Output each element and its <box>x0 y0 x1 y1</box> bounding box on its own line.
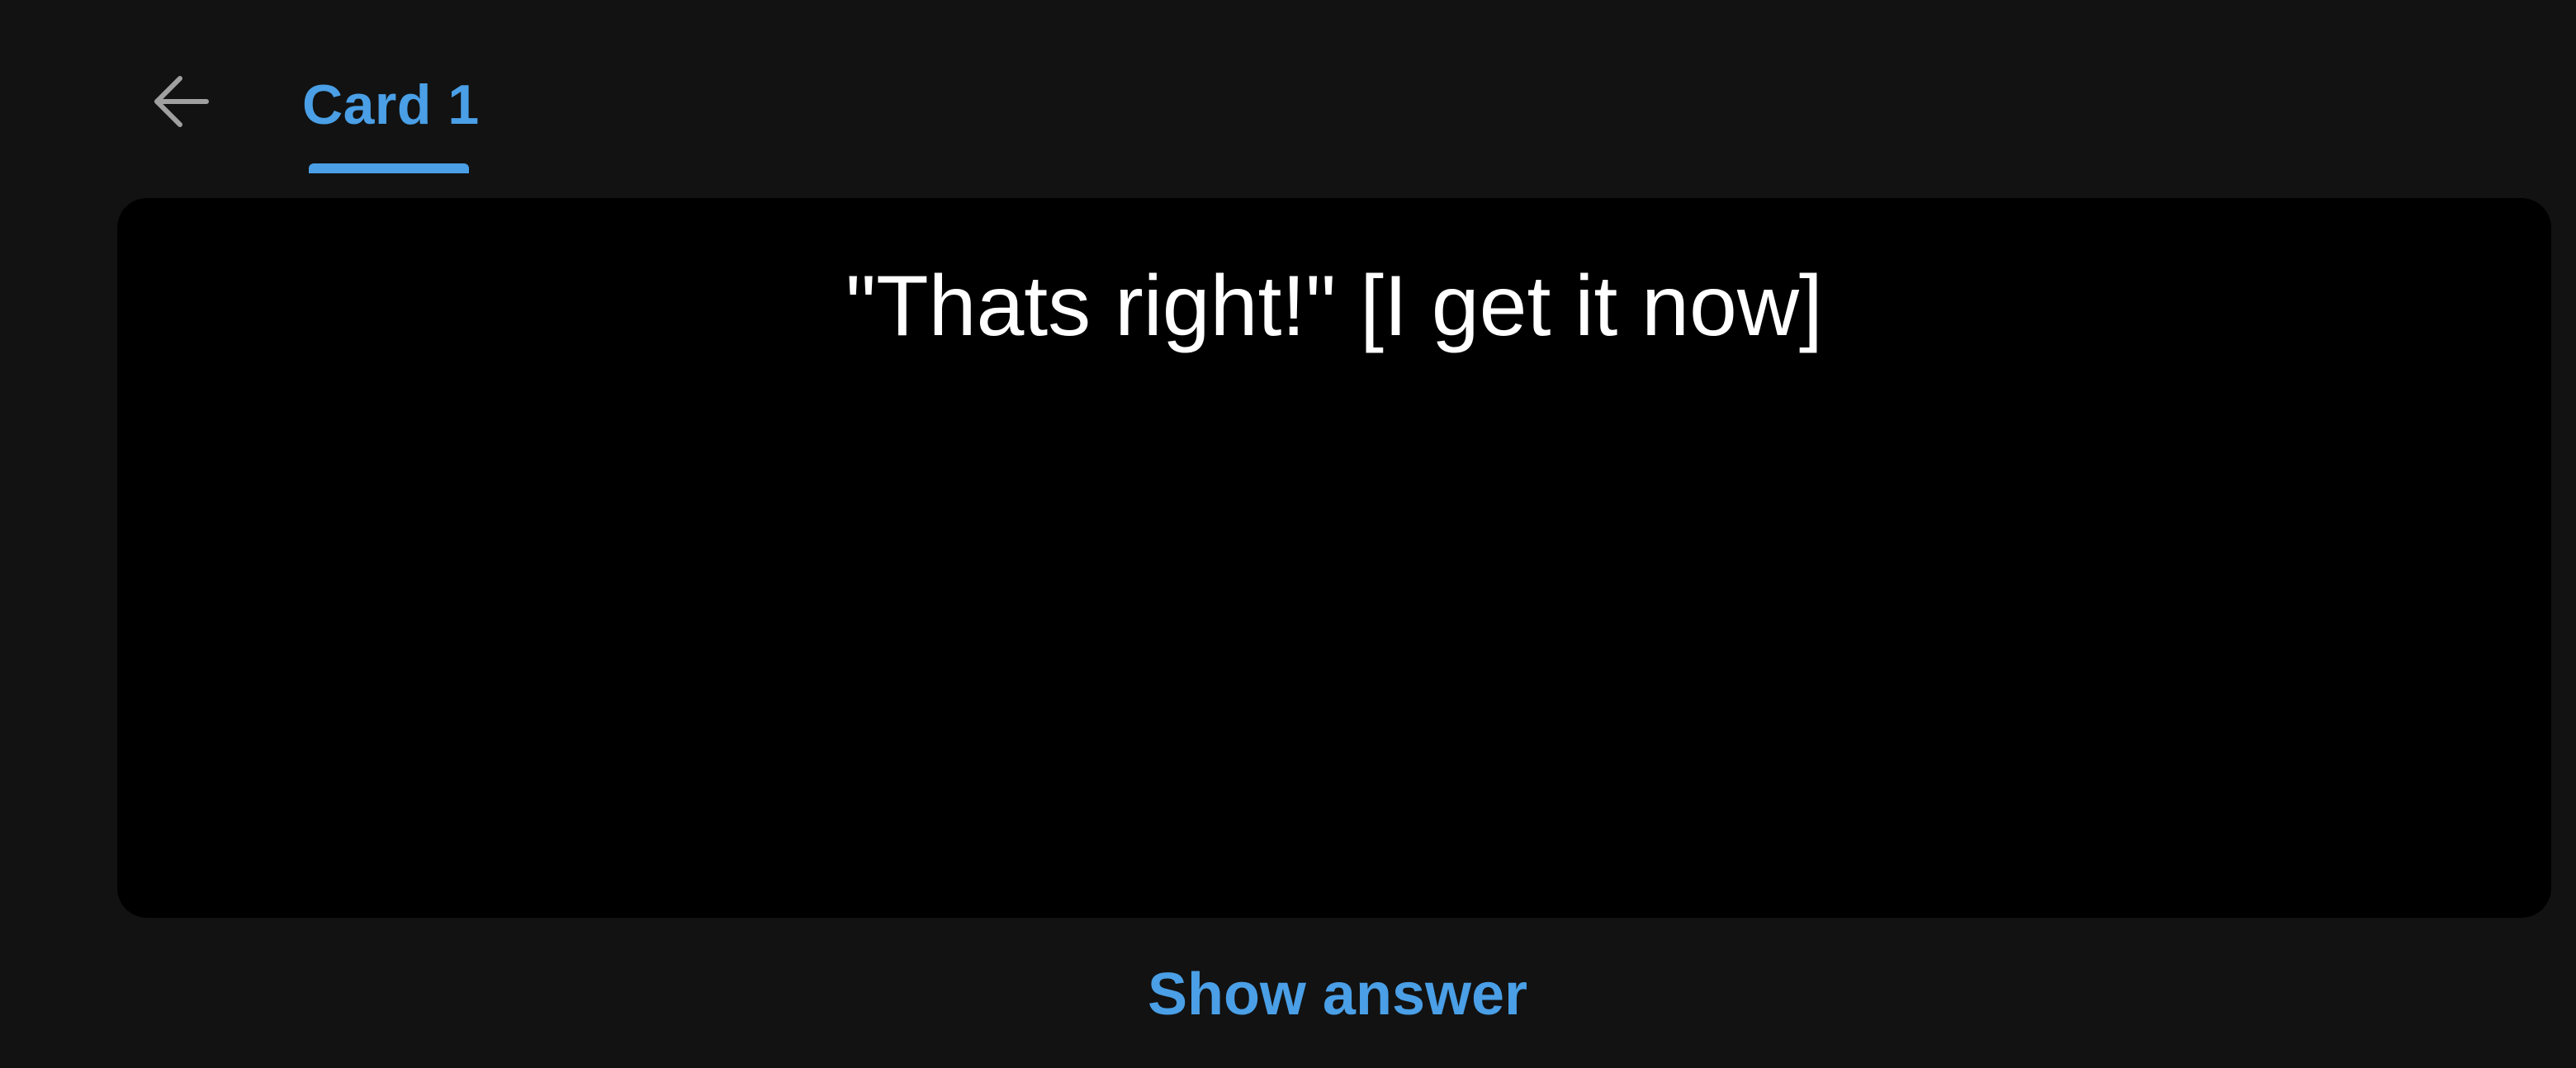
card-question-text: "Thats right!" [I get it now] <box>845 258 1823 354</box>
tab-active-indicator <box>309 163 469 173</box>
back-button[interactable] <box>139 64 223 139</box>
tab-card-1[interactable]: Card 1 <box>302 53 480 173</box>
flashcard: "Thats right!" [I get it now] <box>117 198 2551 918</box>
tab-label: Card 1 <box>302 73 480 136</box>
show-answer-button[interactable]: Show answer <box>1040 949 1635 1040</box>
card-viewer-screen: Card 1 "Thats right!" [I get it now] Sho… <box>0 0 2576 1068</box>
arrow-left-icon <box>152 74 210 129</box>
